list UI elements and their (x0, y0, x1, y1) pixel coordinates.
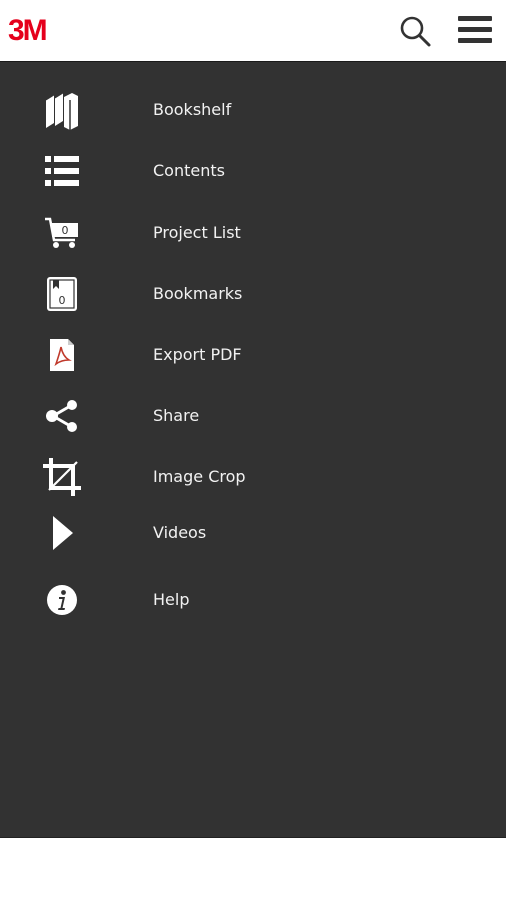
menu-item-label: Image Crop (153, 467, 246, 486)
menu-item-bookshelf[interactable]: Bookshelf (0, 82, 506, 138)
crop-icon (40, 455, 84, 499)
cart-badge: 0 (62, 224, 69, 237)
menu-item-bookmarks[interactable]: 0 Bookmarks (0, 266, 506, 322)
pdf-icon (40, 333, 84, 377)
menu-item-label: Project List (153, 223, 241, 242)
search-icon (400, 16, 431, 47)
navigation-drawer: Bookshelf Contents 0 Project List 0 Book… (0, 62, 506, 837)
bookmark-icon: 0 (40, 272, 84, 316)
info-icon (40, 578, 84, 622)
menu-item-label: Bookshelf (153, 100, 232, 119)
bookmark-badge: 0 (59, 294, 66, 307)
app-header: 3M (0, 0, 506, 62)
menu-item-contents[interactable]: Contents (0, 143, 506, 199)
menu-item-project-list[interactable]: 0 Project List (0, 205, 506, 261)
menu-item-label: Share (153, 406, 200, 425)
menu-item-help[interactable]: Help (0, 572, 506, 628)
menu-item-label: Videos (153, 523, 207, 542)
bookshelf-icon (40, 88, 84, 132)
search-button[interactable] (398, 14, 432, 48)
hamburger-menu-icon (458, 16, 492, 21)
hamburger-menu-button[interactable] (458, 16, 492, 46)
list-icon (40, 149, 84, 193)
menu-item-share[interactable]: Share (0, 388, 506, 444)
play-icon (40, 511, 84, 555)
page-content-area (0, 837, 506, 900)
cart-icon: 0 (40, 211, 84, 255)
menu-item-label: Help (153, 590, 190, 609)
menu-item-image-crop[interactable]: Image Crop (0, 449, 506, 505)
menu-item-label: Contents (153, 161, 225, 180)
share-icon (40, 394, 84, 438)
menu-item-export-pdf[interactable]: Export PDF (0, 327, 506, 383)
menu-item-videos[interactable]: Videos (0, 505, 506, 561)
brand-logo: 3M (8, 14, 48, 47)
menu-item-label: Export PDF (153, 345, 242, 364)
menu-item-label: Bookmarks (153, 284, 243, 303)
